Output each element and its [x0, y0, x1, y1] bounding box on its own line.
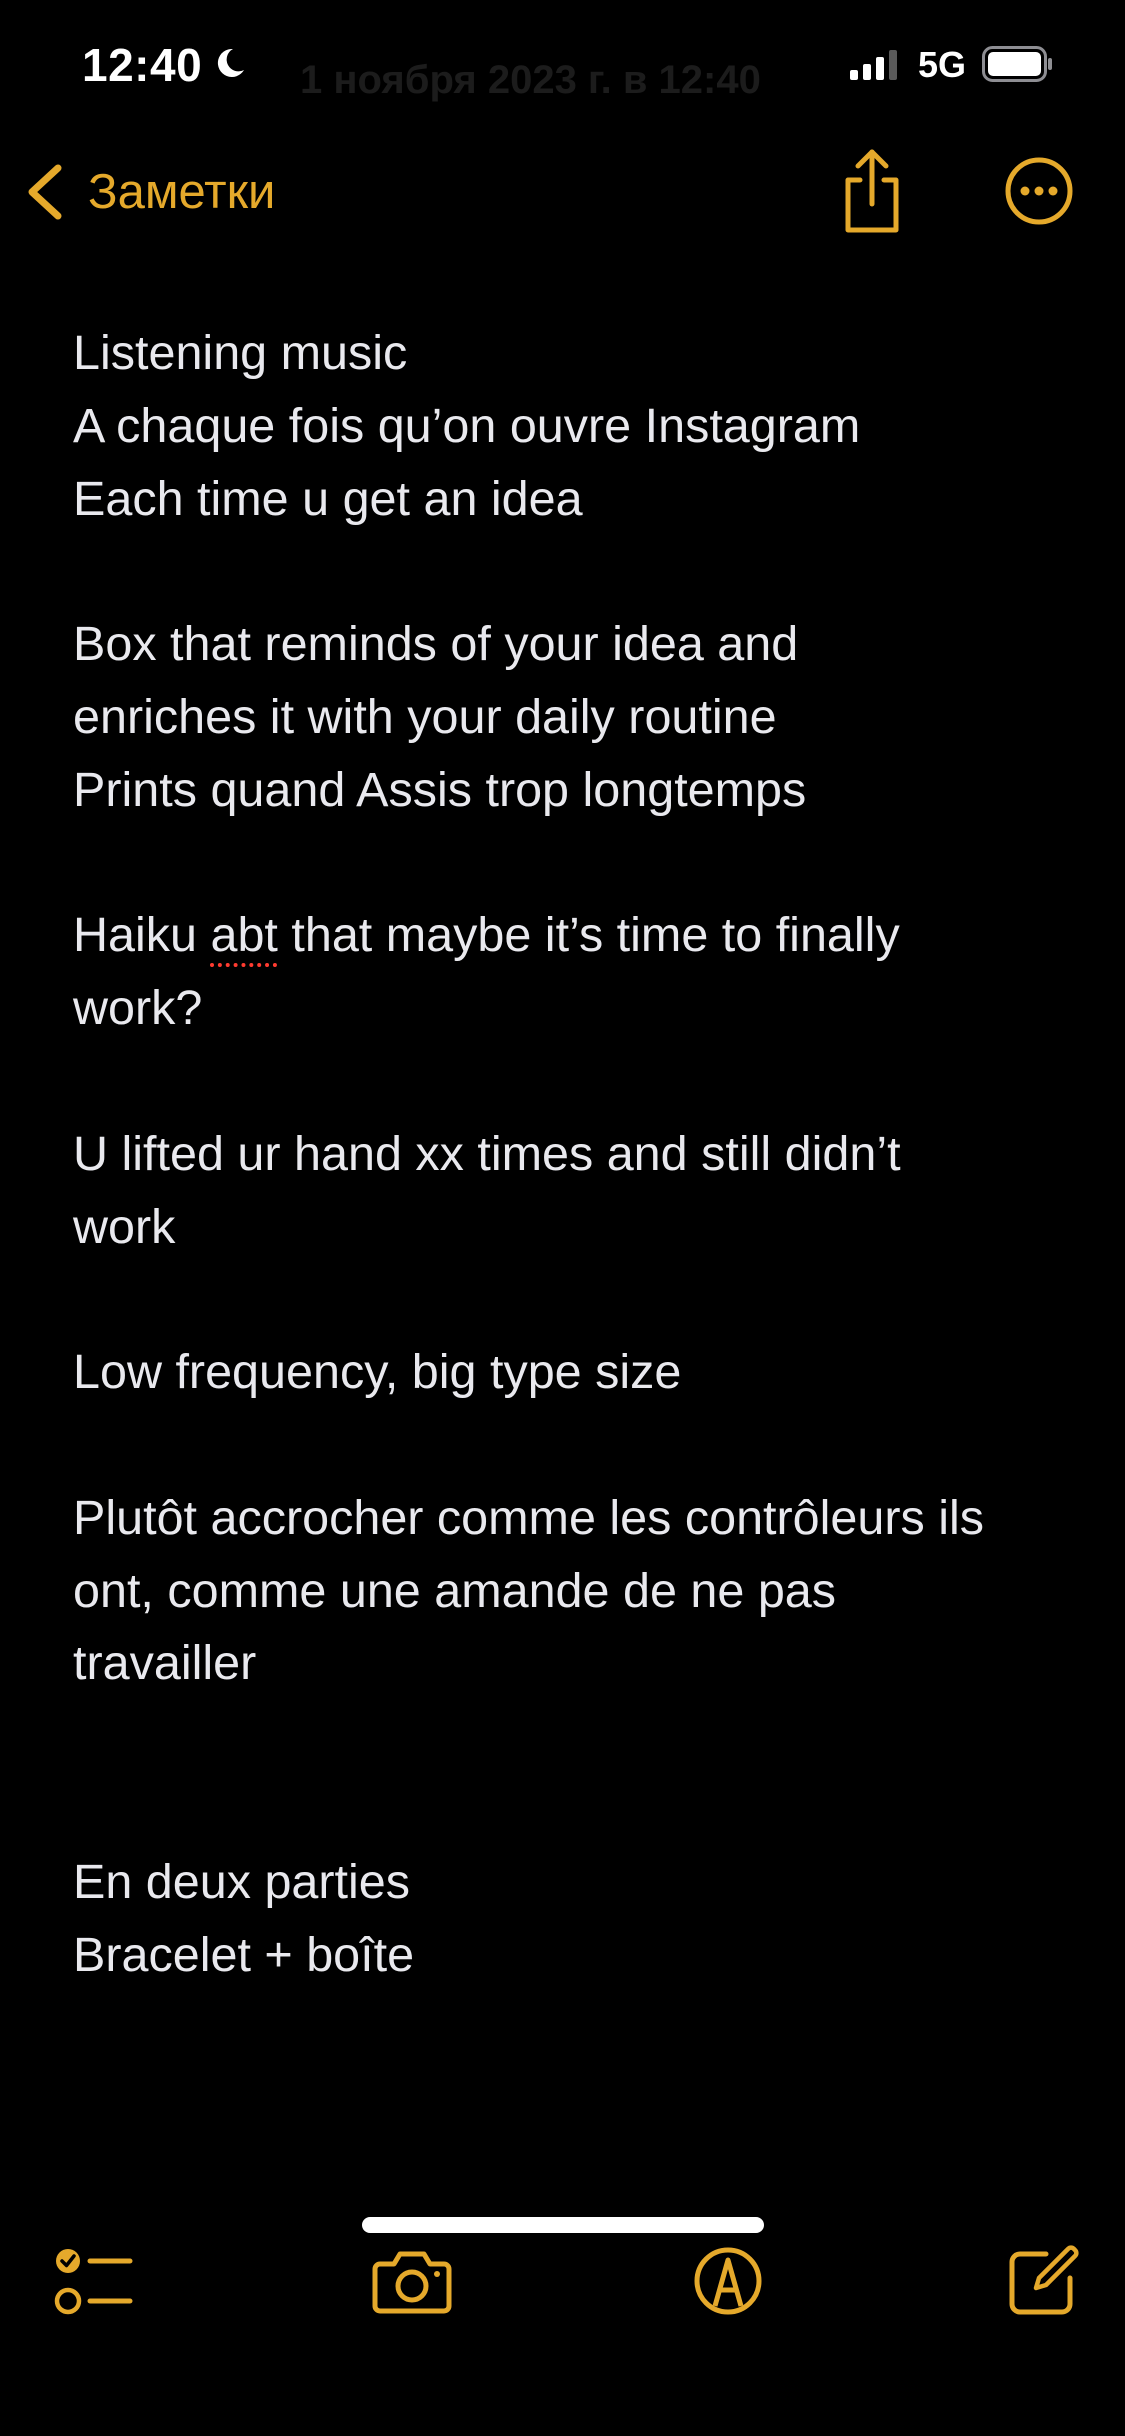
note-line: A chaque fois qu’on ouvre Instagram	[73, 398, 861, 453]
note-date-faded: 1 ноября 2023 г. в 12:40	[300, 58, 761, 102]
note-line-blank	[73, 1409, 1073, 1482]
note-line: Listening music	[73, 326, 408, 380]
more-options-icon[interactable]	[1004, 156, 1074, 226]
note-line: travailler	[73, 1636, 257, 1691]
compose-icon[interactable]	[1006, 2244, 1080, 2316]
note-line: Plutôt accrocher comme les contrôleurs i…	[73, 1490, 985, 1545]
note-line-blank	[73, 1700, 1073, 1773]
markup-pen-icon[interactable]	[693, 2246, 763, 2316]
checklist-icon[interactable]	[52, 2246, 134, 2318]
note-line: Prints quand Assis trop longtemps	[73, 762, 807, 817]
note-line: U lifted ur hand xx times and still didn…	[73, 1126, 901, 1181]
note-line: work?	[73, 981, 203, 1036]
note-line: Bracelet + boîte	[73, 1927, 415, 1982]
note-line: Each time u get an idea	[73, 471, 583, 526]
haiku-text-before: Haiku	[73, 908, 211, 963]
note-line-blank	[73, 1045, 1073, 1118]
battery-icon	[982, 46, 1052, 82]
camera-icon[interactable]	[372, 2248, 452, 2314]
chevron-left-icon	[28, 164, 62, 220]
note-body[interactable]: Listening music A chaque fois qu’on ouvr…	[73, 317, 1073, 1991]
note-line: enriches it with your daily routine	[73, 689, 777, 744]
home-indicator[interactable]	[362, 2217, 764, 2233]
misspelled-word[interactable]: abt	[210, 908, 277, 962]
haiku-text-after: that maybe it’s time to finally	[277, 908, 900, 963]
status-bar: 12:40 1 ноября 2023 г. в 12:40 5G	[0, 0, 1125, 130]
note-line: work	[73, 1199, 176, 1254]
note-line-haiku: Haiku abt that maybe it’s time to finall…	[73, 899, 1073, 972]
status-time: 12:40	[82, 39, 203, 91]
note-line-blank	[73, 1773, 1073, 1846]
network-type: 5G	[918, 44, 967, 85]
note-line-blank	[73, 827, 1073, 900]
note-line: Low frequency, big type size	[73, 1345, 682, 1400]
note-line: Box that reminds of your idea and	[73, 617, 799, 672]
note-line-blank	[73, 535, 1073, 608]
note-line: En deux parties	[73, 1854, 411, 1909]
note-line: ont, comme une amande de ne pas	[73, 1563, 837, 1618]
share-icon[interactable]	[836, 146, 908, 236]
cellular-signal-icon	[850, 50, 897, 80]
back-button[interactable]: Заметки	[22, 152, 275, 232]
note-line-blank	[73, 1263, 1073, 1336]
moon-icon	[217, 48, 244, 77]
back-label: Заметки	[88, 165, 276, 219]
